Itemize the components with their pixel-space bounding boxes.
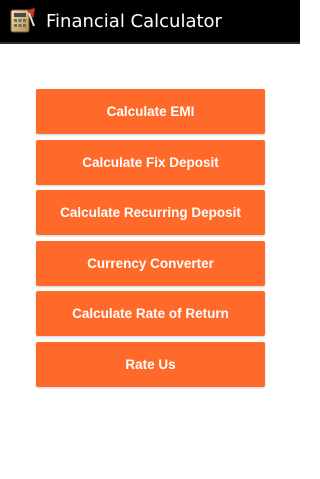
currency-converter-button[interactable]: Currency Converter	[36, 241, 265, 286]
action-bar: Financial Calculator	[0, 0, 300, 44]
calculate-rate-of-return-button[interactable]: Calculate Rate of Return	[36, 291, 265, 336]
app-title: Financial Calculator	[46, 10, 222, 32]
calculate-emi-button[interactable]: Calculate EMI	[36, 89, 265, 134]
calculator-app-icon-graphic	[10, 7, 36, 33]
rate-us-button[interactable]: Rate Us	[36, 342, 265, 387]
calculate-fix-deposit-button[interactable]: Calculate Fix Deposit	[36, 140, 265, 185]
calculate-recurring-deposit-button[interactable]: Calculate Recurring Deposit	[36, 190, 265, 235]
main-menu: Calculate EMI Calculate Fix Deposit Calc…	[0, 44, 300, 479]
calculator-app-icon[interactable]	[8, 6, 38, 36]
